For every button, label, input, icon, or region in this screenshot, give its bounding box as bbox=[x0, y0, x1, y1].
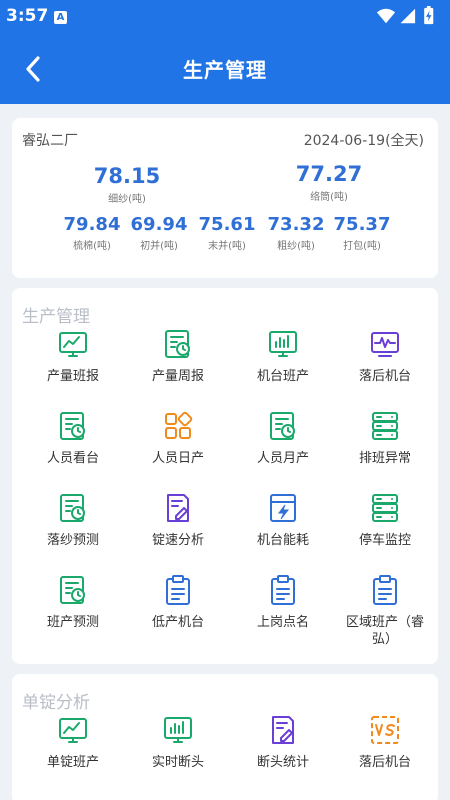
menu-item[interactable]: 落后机台 bbox=[332, 714, 438, 771]
report-clock-icon bbox=[60, 494, 85, 522]
production-management-card: 生产管理 产量班报 产量周报 机台班产 落后机台人员看台 人员日产 人员月产 排班异常落纱预… bbox=[12, 288, 438, 664]
metric-roving: 73.32 粗纱(吨) bbox=[264, 214, 328, 252]
metric-spinning: 78.15 细纱(吨) bbox=[72, 164, 182, 205]
metric-label: 打包(吨) bbox=[343, 241, 381, 252]
metric-final-drawing: 75.61 末并(吨) bbox=[195, 214, 259, 252]
page-title: 生产管理 bbox=[183, 58, 267, 82]
production-summary-card: 睿弘二厂 2024-06-19(全天) 78.15 细纱(吨) 77.27 络筒… bbox=[12, 118, 438, 278]
date-selector[interactable]: 2024-06-19(全天) bbox=[304, 130, 424, 150]
menu-item[interactable]: 产量班报 bbox=[20, 328, 126, 385]
document-edit-icon bbox=[167, 494, 189, 522]
vs-compare-icon bbox=[371, 716, 399, 744]
server-stack-icon bbox=[372, 412, 398, 440]
clipboard-icon bbox=[166, 575, 190, 605]
report-clock-icon bbox=[60, 412, 85, 440]
menu-item[interactable]: 单锭班产 bbox=[20, 714, 126, 771]
clipboard-icon bbox=[271, 575, 295, 605]
menu-item-label: 单锭班产 bbox=[46, 755, 99, 770]
report-clock-icon bbox=[270, 412, 295, 440]
menu-item[interactable]: 人员月产 bbox=[230, 410, 336, 467]
menu-item[interactable]: 机台能耗 bbox=[230, 492, 336, 549]
apps-grid-icon bbox=[165, 411, 193, 439]
section-title: 单锭分析 bbox=[22, 693, 90, 713]
section-title: 生产管理 bbox=[22, 307, 90, 327]
metric-label: 末并(吨) bbox=[208, 241, 246, 252]
battery-icon bbox=[424, 6, 434, 25]
menu-item-label: 人员月产 bbox=[256, 451, 309, 466]
menu-item-label: 人员日产 bbox=[151, 451, 204, 466]
wifi-icon bbox=[376, 8, 396, 24]
menu-item-label: 上岗点名 bbox=[256, 615, 309, 630]
energy-bolt-icon bbox=[270, 494, 296, 522]
report-clock-icon bbox=[165, 330, 190, 358]
app-header: 生产管理 bbox=[0, 34, 450, 104]
menu-item[interactable]: 产量周报 bbox=[125, 328, 231, 385]
menu-item-label: 机台能耗 bbox=[256, 533, 309, 548]
single-spindle-card: 单锭分析 单锭班产 实时断头 断头统计 落后机台 bbox=[12, 674, 438, 800]
menu-item[interactable]: 上岗点名 bbox=[230, 574, 336, 631]
status-time: 3:57 bbox=[6, 6, 49, 26]
metric-value: 78.15 bbox=[93, 164, 161, 188]
menu-item-label: 落后机台 bbox=[358, 369, 411, 384]
menu-item[interactable]: 班产预测 bbox=[20, 574, 126, 631]
menu-item-label: 落后机台 bbox=[358, 755, 411, 770]
menu-item[interactable]: 落后机台 bbox=[332, 328, 438, 385]
bar-chart-board-icon bbox=[164, 717, 192, 743]
status-bar: 3:57 A bbox=[0, 0, 450, 34]
metric-carding: 79.84 梳棉(吨) bbox=[60, 214, 124, 252]
menu-item-label: 断头统计 bbox=[256, 755, 309, 770]
monitor-wave-icon bbox=[371, 332, 399, 357]
menu-item-label: 排班异常 bbox=[358, 451, 411, 466]
document-edit-icon bbox=[272, 716, 294, 744]
menu-item[interactable]: 人员看台 bbox=[20, 410, 126, 467]
metric-value: 75.61 bbox=[198, 214, 256, 235]
menu-item[interactable]: 低产机台 bbox=[125, 574, 231, 631]
clipboard-icon bbox=[373, 575, 397, 605]
system-status-icons bbox=[376, 6, 434, 25]
chart-board-icon bbox=[59, 718, 87, 743]
menu-item[interactable]: 区域班产（睿弘） bbox=[332, 574, 438, 648]
notification-a-icon: A bbox=[54, 11, 67, 24]
metric-label: 初并(吨) bbox=[140, 241, 178, 252]
menu-item-label: 产量周报 bbox=[151, 369, 204, 384]
menu-item[interactable]: 断头统计 bbox=[230, 714, 336, 771]
menu-item[interactable]: 实时断头 bbox=[125, 714, 231, 771]
menu-item[interactable]: 排班异常 bbox=[332, 410, 438, 467]
bar-chart-board-icon bbox=[269, 331, 297, 357]
metric-first-drawing: 69.94 初并(吨) bbox=[127, 214, 191, 252]
cell-signal-icon bbox=[400, 8, 416, 24]
metric-label: 络筒(吨) bbox=[310, 192, 348, 203]
metric-label: 粗纱(吨) bbox=[277, 241, 315, 252]
menu-item[interactable]: 落纱预测 bbox=[20, 492, 126, 549]
menu-item-label: 锭速分析 bbox=[151, 533, 204, 548]
factory-name[interactable]: 睿弘二厂 bbox=[22, 130, 78, 150]
metric-value: 79.84 bbox=[63, 214, 121, 235]
menu-item-label: 产量班报 bbox=[46, 369, 99, 384]
metric-value: 69.94 bbox=[130, 214, 188, 235]
metric-value: 73.32 bbox=[267, 214, 325, 235]
menu-item-label: 班产预测 bbox=[46, 615, 99, 630]
menu-item[interactable]: 人员日产 bbox=[125, 410, 231, 467]
menu-item[interactable]: 机台班产 bbox=[230, 328, 336, 385]
server-stack-icon bbox=[372, 494, 398, 522]
menu-item[interactable]: 锭速分析 bbox=[125, 492, 231, 549]
menu-item-label: 机台班产 bbox=[256, 369, 309, 384]
menu-item[interactable]: 停车监控 bbox=[332, 492, 438, 549]
metric-label: 梳棉(吨) bbox=[73, 241, 111, 252]
menu-item-label: 区域班产（睿弘） bbox=[345, 615, 424, 647]
metric-winding: 77.27 络筒(吨) bbox=[274, 162, 384, 203]
chart-board-icon bbox=[59, 332, 87, 357]
menu-item-label: 人员看台 bbox=[46, 451, 99, 466]
metric-label: 细纱(吨) bbox=[108, 194, 146, 205]
menu-item-label: 低产机台 bbox=[151, 615, 204, 630]
metric-value: 77.27 bbox=[295, 162, 363, 186]
menu-item-label: 停车监控 bbox=[358, 533, 411, 548]
menu-item-label: 实时断头 bbox=[151, 755, 204, 770]
report-clock-icon bbox=[60, 576, 85, 604]
metric-packing: 75.37 打包(吨) bbox=[330, 214, 394, 252]
menu-item-label: 落纱预测 bbox=[46, 533, 99, 548]
metric-value: 75.37 bbox=[333, 214, 391, 235]
